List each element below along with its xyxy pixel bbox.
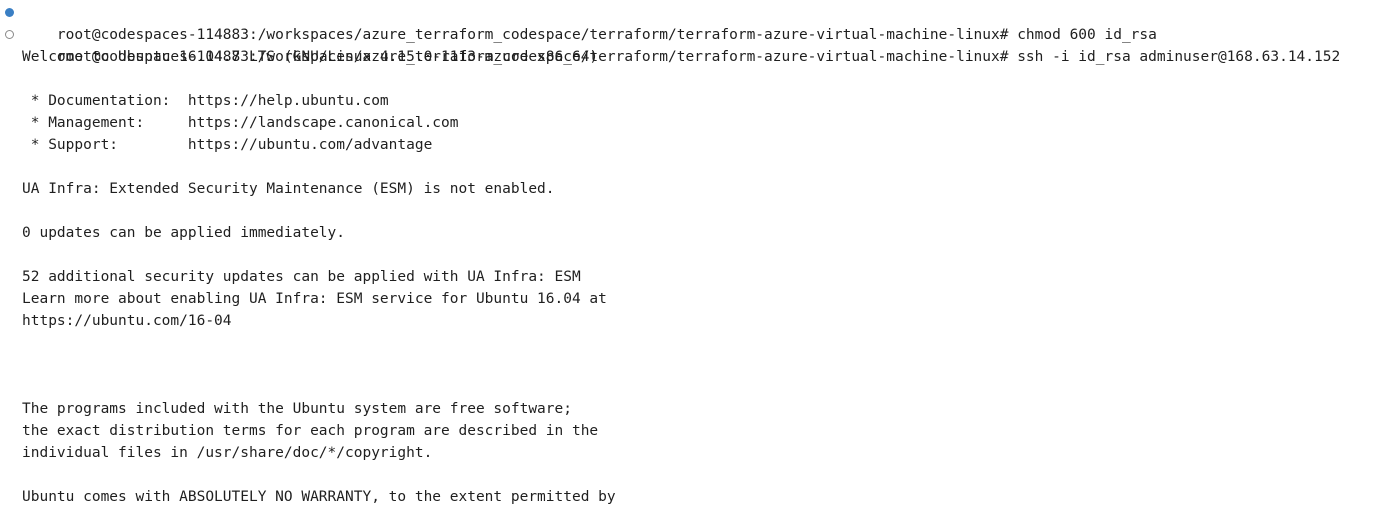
terminal-line-text: 0 updates can be applied immediately. [22,225,346,241]
command-success-decoration-icon[interactable] [5,8,14,17]
terminal-line-text: The programs included with the Ubuntu sy… [22,401,572,417]
command-running-decoration-icon[interactable] [5,30,14,39]
terminal-line-text: individual files in /usr/share/doc/*/cop… [22,445,433,461]
terminal-line-text: https://ubuntu.com/16-04 [22,313,232,329]
terminal-line: The programs included with the Ubuntu sy… [0,398,1394,420]
terminal-line-text: UA Infra: Extended Security Maintenance … [22,181,555,197]
terminal-line-text: Learn more about enabling UA Infra: ESM … [22,291,607,307]
terminal-line-text: * Management: https://landscape.canonica… [22,115,459,131]
terminal-line-text: 52 additional security updates can be ap… [22,269,581,285]
terminal-line: root@codespaces-114883:/workspaces/azure… [0,24,1394,65]
terminal-line-text: * Support: https://ubuntu.com/advantage [22,137,433,153]
terminal-line: root@codespaces-114883:/workspaces/azure… [0,2,1394,43]
terminal-line-text: Welcome to Ubuntu 16.04.7 LTS (GNU/Linux… [22,49,599,65]
terminal-line: https://ubuntu.com/16-04 [0,310,1394,332]
terminal-line: Learn more about enabling UA Infra: ESM … [0,288,1394,310]
terminal-line-text: * Documentation: https://help.ubuntu.com [22,93,389,109]
terminal-line: 52 additional security updates can be ap… [0,266,1394,288]
terminal-line: Ubuntu comes with ABSOLUTELY NO WARRANTY… [0,486,1394,508]
terminal-line: * Documentation: https://help.ubuntu.com [0,90,1394,112]
terminal-line: 0 updates can be applied immediately. [0,222,1394,244]
terminal-line-text: Ubuntu comes with ABSOLUTELY NO WARRANTY… [22,489,616,505]
terminal-line: UA Infra: Extended Security Maintenance … [0,178,1394,200]
terminal-line: Welcome to Ubuntu 16.04.7 LTS (GNU/Linux… [0,46,1394,68]
terminal-panel[interactable]: root@codespaces-114883:/workspaces/azure… [0,0,1394,508]
terminal-line: * Management: https://landscape.canonica… [0,112,1394,134]
terminal-line: * Support: https://ubuntu.com/advantage [0,134,1394,156]
terminal-line: individual files in /usr/share/doc/*/cop… [0,442,1394,464]
terminal-line: the exact distribution terms for each pr… [0,420,1394,442]
terminal-line-text: the exact distribution terms for each pr… [22,423,599,439]
